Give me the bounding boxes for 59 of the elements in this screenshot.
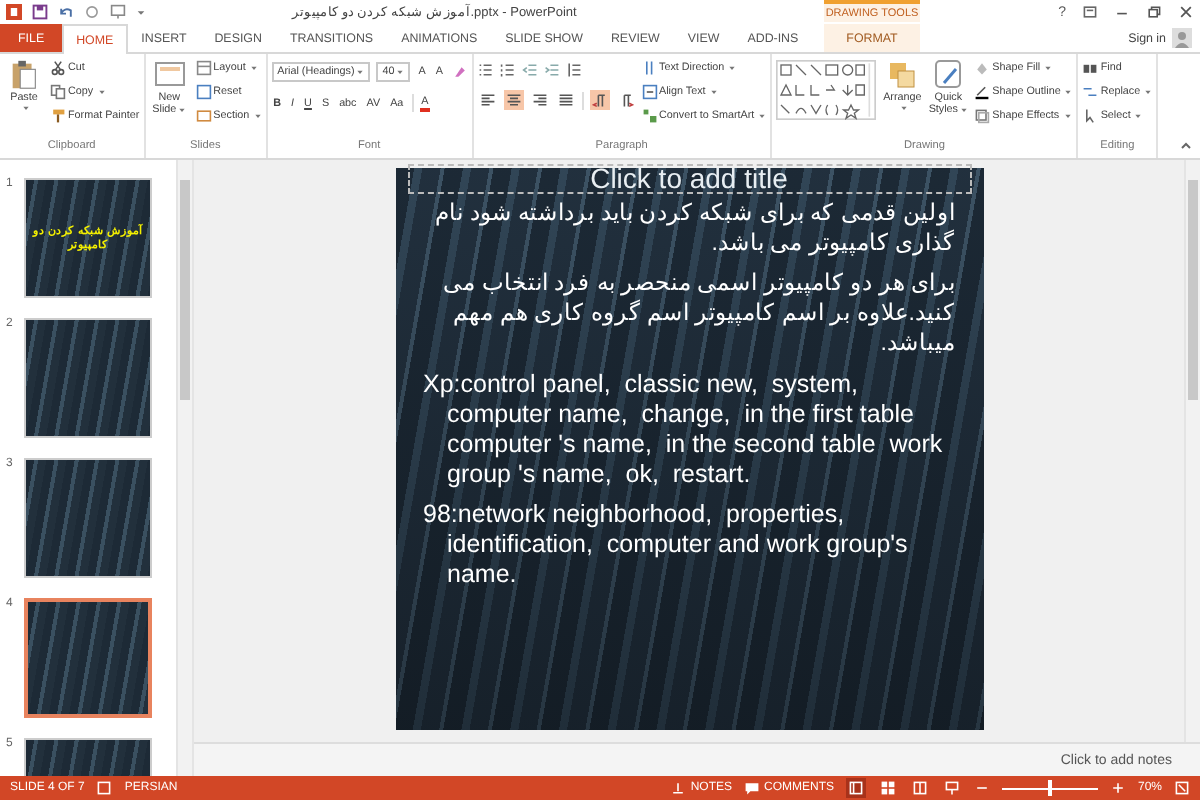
notes-icon (670, 780, 687, 796)
caret-icon (178, 105, 187, 114)
pencil-icon (974, 84, 991, 100)
caret-icon (899, 104, 908, 113)
align-text-icon (641, 84, 658, 100)
slide-icon (153, 58, 186, 92)
shape-effects-icon (974, 108, 991, 124)
replace-icon (1082, 84, 1099, 100)
undo-icon[interactable] (58, 4, 74, 20)
layout-icon (195, 60, 212, 76)
slide-show-icon[interactable] (941, 778, 962, 798)
clear-formatting-icon[interactable] (451, 64, 468, 80)
slide-paragraph: Xp:control panel, classic new, system, computer name, change, in the first table computer 's name, in the second table work group 's name, ok, restart. (423, 370, 945, 490)
scrollbar[interactable] (1184, 160, 1200, 742)
scissors-icon (50, 60, 66, 76)
reset-icon (195, 84, 212, 100)
align-icon[interactable] (529, 90, 550, 110)
numbering-icon[interactable] (499, 62, 516, 78)
zoom-slider[interactable] (1001, 780, 1098, 796)
speech-bubble-icon (743, 780, 760, 796)
right-to-left-icon[interactable] (589, 90, 610, 110)
title-placeholder[interactable]: Click to add title (407, 164, 971, 194)
restore-icon[interactable] (1146, 4, 1162, 20)
text-direction-icon (641, 60, 658, 76)
align-icon[interactable] (503, 90, 524, 110)
align-icon[interactable] (477, 90, 498, 110)
slide-sorter-icon[interactable] (877, 778, 898, 798)
binoculars-icon (1082, 60, 1099, 76)
spell-check-icon[interactable] (96, 780, 113, 796)
bullets-icon[interactable] (477, 62, 494, 78)
reading-view-icon[interactable] (909, 778, 930, 798)
smartart-icon (641, 108, 658, 124)
align-icon[interactable] (555, 90, 576, 110)
line-spacing-icon[interactable] (565, 62, 582, 78)
zoom-in-icon[interactable] (1109, 780, 1126, 796)
slide-paragraph: اولین قدمی که برای شبکه کردن باید برداشته شود نام گذاری کامپیوتر می باشد. (433, 200, 955, 260)
shapes-gallery-drawing[interactable] (776, 58, 877, 122)
presentation-icon[interactable] (110, 4, 126, 20)
slide-thumbnail[interactable] (24, 598, 152, 718)
fit-to-window-icon[interactable] (1174, 780, 1190, 796)
collapse-ribbon-icon[interactable] (1180, 140, 1192, 152)
slide-thumbnail[interactable] (24, 318, 152, 438)
close-icon[interactable] (1178, 4, 1194, 20)
clipboard-icon (8, 58, 40, 92)
normal-view-icon[interactable] (845, 778, 866, 798)
overlapping-squares-icon (886, 58, 919, 92)
pen-icon (932, 58, 965, 92)
scrollbar[interactable] (176, 160, 192, 776)
section-icon (195, 108, 212, 124)
save-icon[interactable] (32, 4, 48, 20)
paintbrush-icon (50, 108, 66, 124)
cursor-icon (1082, 108, 1099, 124)
ribbon-display-icon[interactable] (1082, 4, 1098, 20)
paint-bucket-icon (974, 60, 991, 76)
slide-paragraph: 98:network neighborhood, properties, identification, computer and work group's name. (423, 500, 910, 590)
dropdown-caret-icon[interactable] (136, 7, 146, 17)
slide-thumbnail[interactable] (24, 458, 152, 578)
copy-icon (50, 84, 66, 100)
slide-paragraph: برای هر دو کامپیوتر اسمی منحصر به فرد انتخاب می کنید.علاوه بر اسم کامپیوتر اسم گروه کاری هم مهم میباشد. (441, 270, 955, 360)
